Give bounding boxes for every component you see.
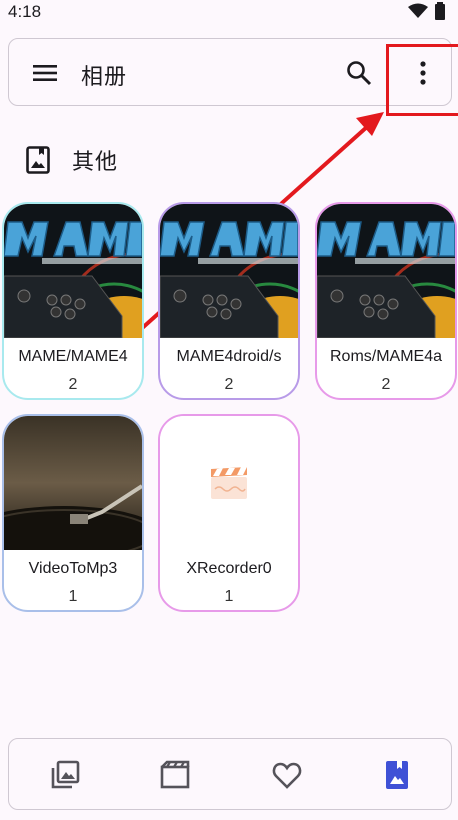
- album-name: MAME4droid/s: [176, 348, 282, 365]
- clapperboard-placeholder: [160, 416, 298, 550]
- highlight-box: [386, 44, 458, 116]
- mame-thumbnail-art: [317, 204, 455, 338]
- album-count: 1: [224, 588, 234, 605]
- album-count: 2: [68, 376, 78, 393]
- favorites-icon[interactable]: [271, 759, 303, 791]
- section-header: 其他: [26, 144, 118, 176]
- album-card[interactable]: Roms/MAME4a 2: [315, 202, 457, 400]
- battery-icon: [435, 2, 445, 20]
- album-card[interactable]: XRecorder0 1: [158, 414, 300, 612]
- photos-icon[interactable]: [49, 759, 81, 791]
- album-card[interactable]: MAME4droid/s 2: [158, 202, 300, 400]
- status-bar: 4:18: [0, 0, 458, 24]
- turntable-thumbnail-photo: [4, 416, 142, 550]
- album-count: 1: [68, 588, 78, 605]
- photo-album-icon: [26, 146, 50, 174]
- videos-icon[interactable]: [159, 759, 191, 791]
- album-name: Roms/MAME4a: [329, 348, 443, 365]
- album-name: XRecorder0: [186, 560, 272, 577]
- search-icon[interactable]: [345, 59, 373, 87]
- annotation-arrow: [138, 112, 384, 332]
- album-card[interactable]: MAME/MAME4 2: [2, 202, 144, 400]
- album-thumbnail: [4, 204, 142, 338]
- album-name: VideoToMp3: [28, 560, 118, 577]
- menu-icon[interactable]: [31, 59, 59, 87]
- clapperboard-icon: [211, 467, 247, 499]
- album-count: 2: [224, 376, 234, 393]
- album-thumbnail: [160, 416, 298, 550]
- album-count: 2: [381, 376, 391, 393]
- status-icons: [408, 2, 446, 20]
- albums-icon[interactable]: [381, 759, 413, 791]
- album-name: MAME/MAME4: [18, 348, 128, 365]
- wifi-icon: [408, 3, 428, 18]
- album-thumbnail: [160, 204, 298, 338]
- bottom-navigation: [8, 738, 452, 810]
- album-thumbnail: [317, 204, 455, 338]
- page-title: 相册: [81, 64, 128, 89]
- album-card[interactable]: VideoToMp3 1: [2, 414, 144, 612]
- album-thumbnail: [4, 416, 142, 550]
- status-time: 4:18: [8, 2, 42, 21]
- section-title: 其他: [72, 149, 119, 174]
- mame-thumbnail-art: [160, 204, 298, 338]
- mame-thumbnail-art: [4, 204, 142, 338]
